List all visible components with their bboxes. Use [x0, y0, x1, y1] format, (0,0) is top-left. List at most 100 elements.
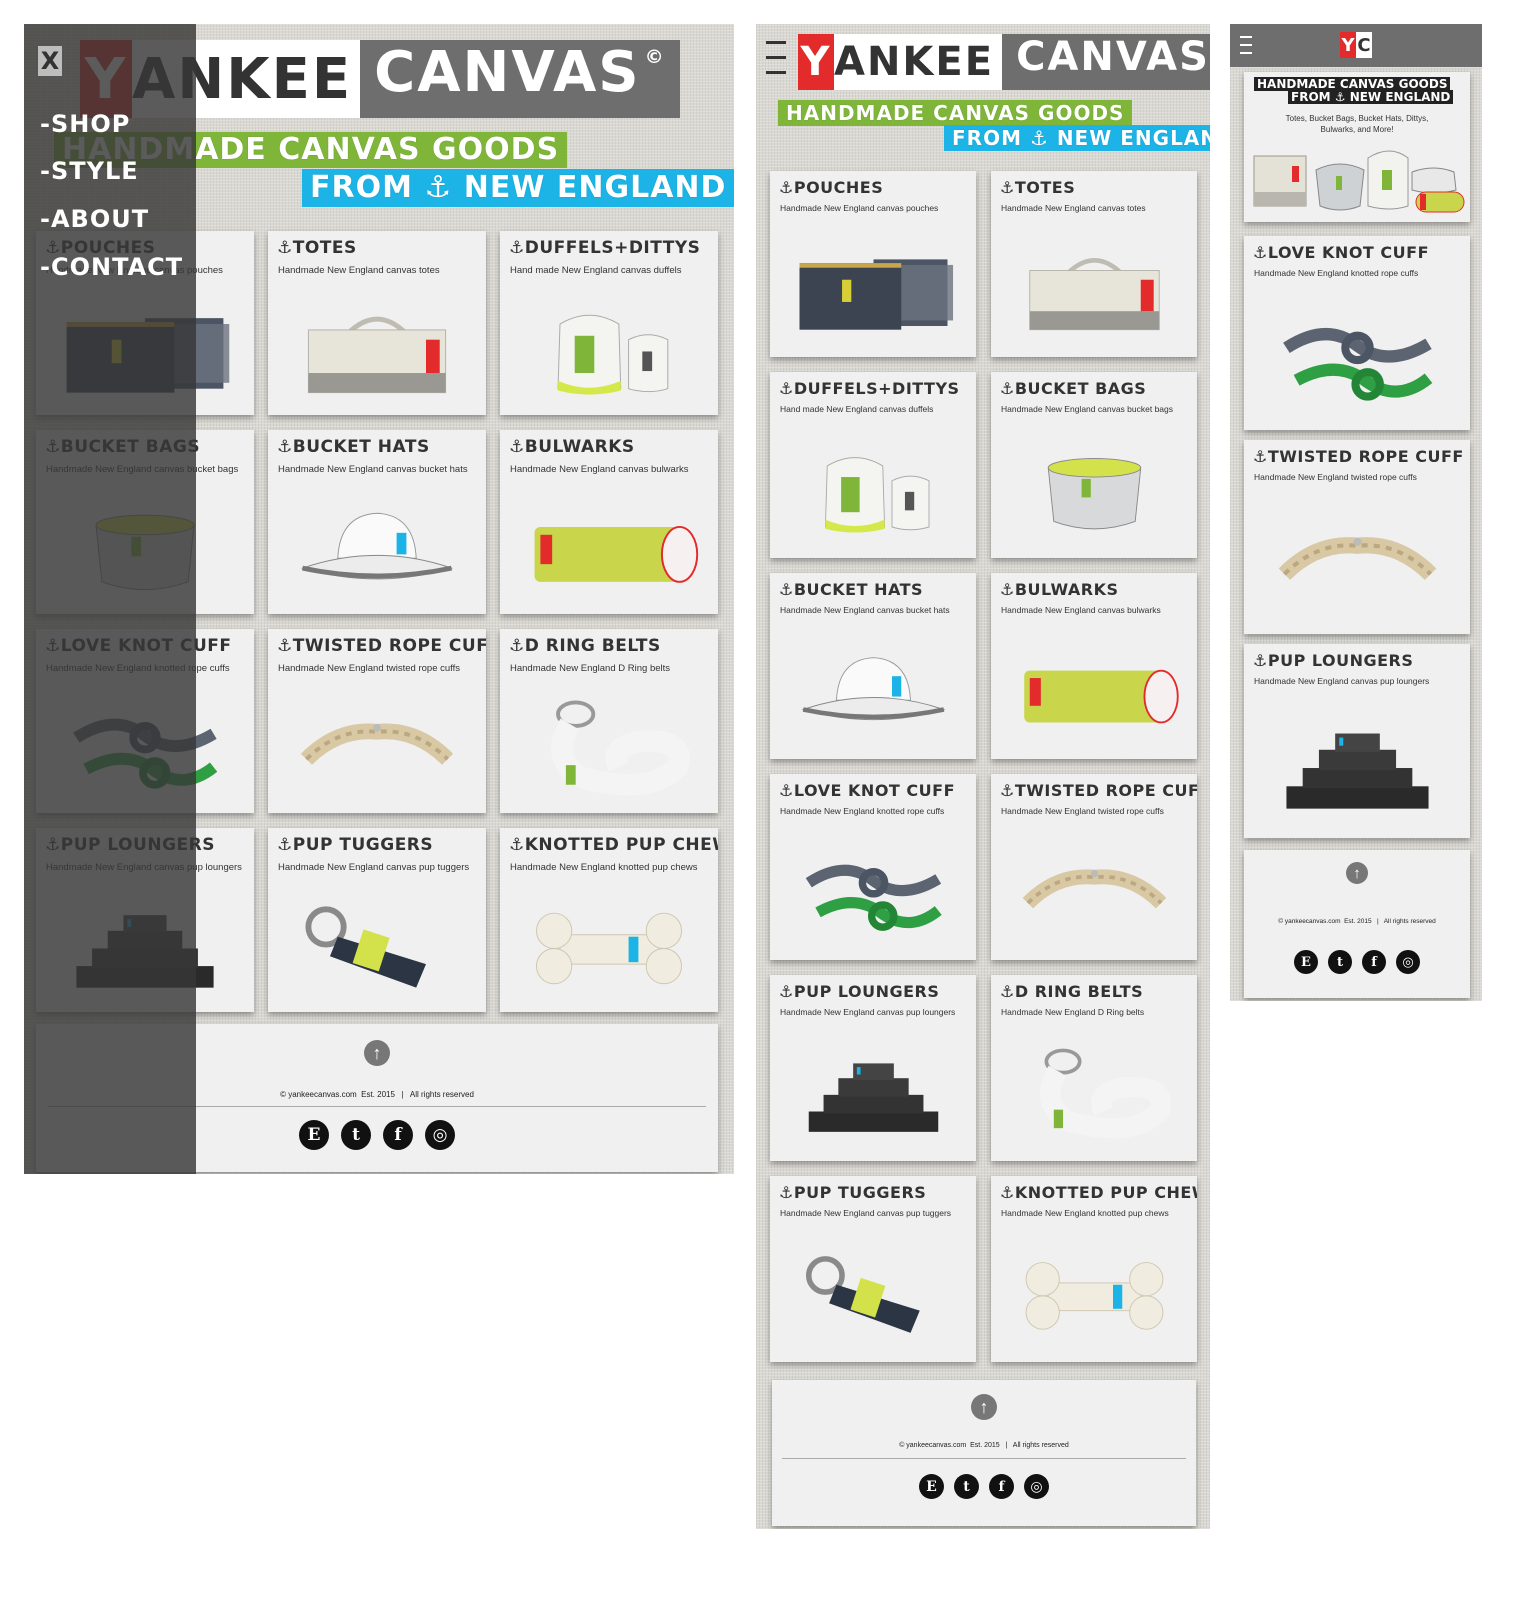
- product-description: Handmade New England D Ring belts: [1001, 1007, 1145, 1017]
- footer-copyright: © yankeecanvas.com Est. 2015 | All right…: [899, 1442, 1069, 1449]
- product-card-pup-tuggers[interactable]: ⚓PUP TUGGERS Handmade New England canvas …: [770, 1176, 976, 1362]
- menu-shop[interactable]: -SHOP: [40, 110, 130, 138]
- product-image: [991, 1026, 1197, 1162]
- product-card-totes[interactable]: ⚓TOTES Handmade New England canvas totes: [991, 171, 1197, 357]
- product-description: Handmade New England canvas bulwarks: [510, 464, 689, 475]
- product-title: ⚓PUP LOUNGERS: [779, 982, 940, 1001]
- hero-tag2: FROM ⚓ NEW ENGLAND: [1288, 90, 1454, 104]
- product-description: Handmade New England twisted rope cuffs: [1001, 806, 1164, 816]
- product-description: Handmade New England canvas pouches: [780, 203, 939, 213]
- product-description: Handmade New England canvas totes: [278, 265, 440, 276]
- product-card-twisted-rope[interactable]: ⚓TWISTED ROPE CUFF Handmade New England t…: [991, 774, 1197, 960]
- tumblr-icon[interactable]: t: [1328, 950, 1352, 974]
- logo-canvas-text: CANVAS: [374, 40, 641, 105]
- product-card-bucket-hats[interactable]: ⚓BUCKET HATS Handmade New England canvas …: [268, 430, 486, 614]
- product-title: ⚓LOVE KNOT CUFF: [1253, 243, 1429, 262]
- facebook-icon[interactable]: f: [989, 1474, 1014, 1499]
- tumblr-icon[interactable]: t: [954, 1474, 979, 1499]
- product-card-duffels[interactable]: ⚓DUFFELS+DITTYS Hand made New England can…: [500, 231, 718, 415]
- site-logo[interactable]: Y ANKEE CANVAS©: [798, 34, 1210, 90]
- product-title: ⚓TWISTED ROPE CUFF: [277, 636, 486, 656]
- menu-about[interactable]: -ABOUT: [40, 205, 149, 233]
- product-card-love-knot[interactable]: ⚓LOVE KNOT CUFF Handmade New England knot…: [1244, 236, 1470, 430]
- product-card-pup-tuggers[interactable]: ⚓PUP TUGGERS Handmade New England canvas …: [268, 828, 486, 1012]
- product-card-love-knot[interactable]: ⚓LOVE KNOT CUFF Handmade New England knot…: [770, 774, 976, 960]
- etsy-icon[interactable]: E: [1294, 950, 1318, 974]
- product-card-bucket-bags[interactable]: ⚓BUCKET BAGS Handmade New England canvas …: [991, 372, 1197, 558]
- product-image: [500, 285, 718, 416]
- nav-menu-overlay: X -SHOP -STYLE -ABOUT -CONTACT: [24, 24, 196, 1174]
- footer-copyright: © yankeecanvas.com Est. 2015 | All right…: [1278, 918, 1436, 925]
- yc-monogram-logo[interactable]: Y C: [1340, 32, 1372, 58]
- product-image: [991, 222, 1197, 358]
- instagram-icon[interactable]: ◎: [425, 1120, 455, 1150]
- tumblr-icon[interactable]: t: [341, 1120, 371, 1150]
- product-image: [500, 484, 718, 615]
- menu-style[interactable]: -STYLE: [40, 157, 139, 185]
- product-description: Handmade New England knotted rope cuffs: [780, 806, 945, 816]
- product-card-totes[interactable]: ⚓TOTES Handmade New England canvas totes: [268, 231, 486, 415]
- hamburger-menu-icon[interactable]: [766, 41, 786, 74]
- product-image: [268, 683, 486, 814]
- product-description: Handmade New England knotted pup chews: [510, 862, 698, 873]
- back-to-top-button[interactable]: ↑: [364, 1040, 390, 1066]
- tagline-line2: FROM ⚓ NEW ENGLAND: [302, 169, 734, 207]
- product-image: [991, 825, 1197, 961]
- product-title: ⚓BULWARKS: [1000, 580, 1119, 599]
- product-title: ⚓PUP TUGGERS: [779, 1183, 927, 1202]
- product-image: [770, 222, 976, 358]
- product-title: ⚓PUP TUGGERS: [277, 835, 434, 855]
- product-image: [991, 1227, 1197, 1363]
- product-description: Hand made New England canvas duffels: [510, 265, 682, 276]
- product-image: [770, 1026, 976, 1162]
- etsy-icon[interactable]: E: [919, 1474, 944, 1499]
- product-description: Hand made New England canvas duffels: [780, 404, 934, 414]
- menu-contact[interactable]: -CONTACT: [40, 253, 183, 281]
- product-title: ⚓BUCKET HATS: [779, 580, 924, 599]
- monogram-y: Y: [1340, 32, 1356, 58]
- instagram-icon[interactable]: ◎: [1024, 1474, 1049, 1499]
- logo-copyright: ©: [644, 45, 666, 68]
- product-card-bulwarks[interactable]: ⚓BULWARKS Handmade New England canvas bul…: [500, 430, 718, 614]
- product-card-pup-loungers[interactable]: ⚓PUP LOUNGERS Handmade New England canvas…: [770, 975, 976, 1161]
- product-image: [770, 624, 976, 760]
- product-description: Handmade New England knotted pup chews: [1001, 1208, 1169, 1218]
- close-menu-button[interactable]: X: [38, 46, 62, 76]
- product-card-pup-chew[interactable]: ⚓KNOTTED PUP CHEW Handmade New England kn…: [500, 828, 718, 1012]
- product-description: Handmade New England canvas pup tuggers: [780, 1208, 952, 1218]
- product-title: ⚓DUFFELS+DITTYS: [779, 379, 960, 398]
- product-card-pup-chew[interactable]: ⚓KNOTTED PUP CHEW Handmade New England kn…: [991, 1176, 1197, 1362]
- product-card-d-ring[interactable]: ⚓D RING BELTS Handmade New England D Ring…: [500, 629, 718, 813]
- back-to-top-button[interactable]: ↑: [971, 1394, 997, 1420]
- product-title: ⚓LOVE KNOT CUFF: [779, 781, 955, 800]
- product-image: [1244, 287, 1470, 431]
- product-title: ⚓TWISTED ROPE CUFF: [1253, 447, 1464, 466]
- product-card-bucket-hats[interactable]: ⚓BUCKET HATS Handmade New England canvas …: [770, 573, 976, 759]
- product-title: ⚓BULWARKS: [509, 437, 635, 457]
- facebook-icon[interactable]: f: [383, 1120, 413, 1150]
- product-title: ⚓KNOTTED PUP CHEW: [509, 835, 718, 855]
- product-card-pouches[interactable]: ⚓POUCHES Handmade New England canvas pouc…: [770, 171, 976, 357]
- product-description: Handmade New England canvas bucket bags: [1001, 404, 1173, 414]
- product-card-pup-loungers[interactable]: ⚓PUP LOUNGERS Handmade New England canvas…: [1244, 644, 1470, 838]
- product-card-duffels[interactable]: ⚓DUFFELS+DITTYS Hand made New England can…: [770, 372, 976, 558]
- etsy-icon[interactable]: E: [299, 1120, 329, 1150]
- product-description: Handmade New England canvas bucket hats: [278, 464, 468, 475]
- instagram-icon[interactable]: ◎: [1396, 950, 1420, 974]
- hamburger-menu-icon[interactable]: [1240, 36, 1252, 54]
- product-image: [268, 285, 486, 416]
- mobile-header: Y C: [1230, 24, 1482, 67]
- product-image: [991, 624, 1197, 760]
- logo-canvas-text: CANVAS: [1016, 34, 1210, 80]
- product-image: [1244, 695, 1470, 839]
- facebook-icon[interactable]: f: [1362, 950, 1386, 974]
- product-card-d-ring[interactable]: ⚓D RING BELTS Handmade New England D Ring…: [991, 975, 1197, 1161]
- product-card-bulwarks[interactable]: ⚓BULWARKS Handmade New England canvas bul…: [991, 573, 1197, 759]
- product-title: ⚓D RING BELTS: [509, 636, 661, 656]
- back-to-top-button[interactable]: ↑: [1346, 862, 1368, 884]
- product-card-twisted-rope[interactable]: ⚓TWISTED ROPE CUFF Handmade New England t…: [268, 629, 486, 813]
- product-card-twisted-rope[interactable]: ⚓TWISTED ROPE CUFF Handmade New England t…: [1244, 440, 1470, 634]
- product-title: ⚓TOTES: [277, 238, 357, 258]
- mobile-view: Y C HANDMADE CANVAS GOODS FROM ⚓ NEW ENG…: [1230, 24, 1482, 1001]
- product-description: Handmade New England canvas bulwarks: [1001, 605, 1161, 615]
